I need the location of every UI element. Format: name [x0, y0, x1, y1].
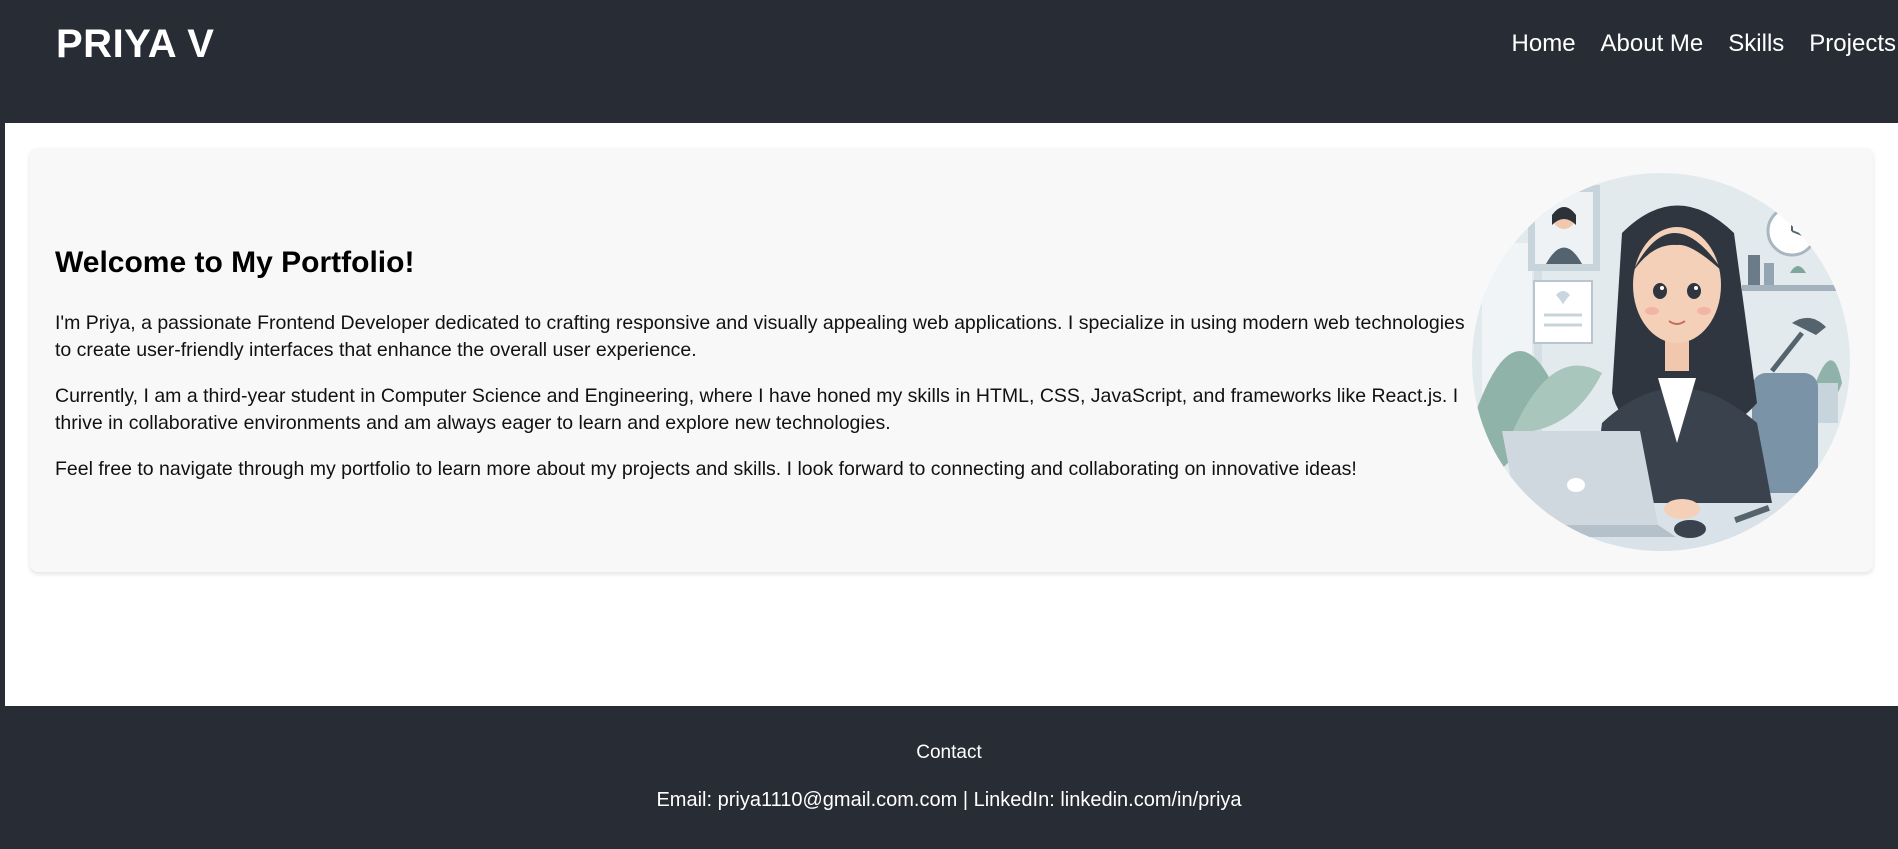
linkedin-link[interactable]: linkedin.com/in/priya	[1060, 789, 1241, 811]
contact-heading: Contact	[916, 742, 982, 763]
main-content: Welcome to My Portfolio! I'm Priya, a pa…	[5, 123, 1898, 706]
site-footer: Contact Email: priya1110@gmail.com.com |…	[0, 706, 1898, 849]
intro-text: I'm Priya, a passionate Frontend Develop…	[55, 310, 1475, 502]
nav-projects-link[interactable]: Projects	[1809, 30, 1896, 58]
nav-about-link[interactable]: About Me	[1601, 30, 1704, 58]
intro-paragraph-2: Currently, I am a third-year student in …	[55, 385, 1459, 434]
linkedin-label: LinkedIn:	[973, 789, 1055, 811]
intro-paragraph-1: I'm Priya, a passionate Frontend Develop…	[55, 312, 1465, 361]
brand-logo[interactable]: PRIYA V	[56, 22, 214, 67]
contact-details: Email: priya1110@gmail.com.com | LinkedI…	[0, 789, 1898, 812]
footer-separator: |	[962, 789, 969, 811]
profile-illustration	[1472, 173, 1850, 551]
email-link[interactable]: priya1110@gmail.com.com	[718, 789, 958, 811]
welcome-card: Welcome to My Portfolio! I'm Priya, a pa…	[30, 148, 1873, 572]
intro-paragraph-3: Feel free to navigate through my portfol…	[55, 458, 1357, 480]
site-header: PRIYA V Home About Me Skills Projects	[0, 0, 1898, 122]
email-label: Email:	[656, 789, 713, 811]
welcome-title: Welcome to My Portfolio!	[55, 246, 415, 279]
nav-skills-link[interactable]: Skills	[1728, 30, 1784, 58]
main-nav: Home About Me Skills Projects	[1512, 30, 1896, 58]
nav-home-link[interactable]: Home	[1512, 30, 1576, 58]
